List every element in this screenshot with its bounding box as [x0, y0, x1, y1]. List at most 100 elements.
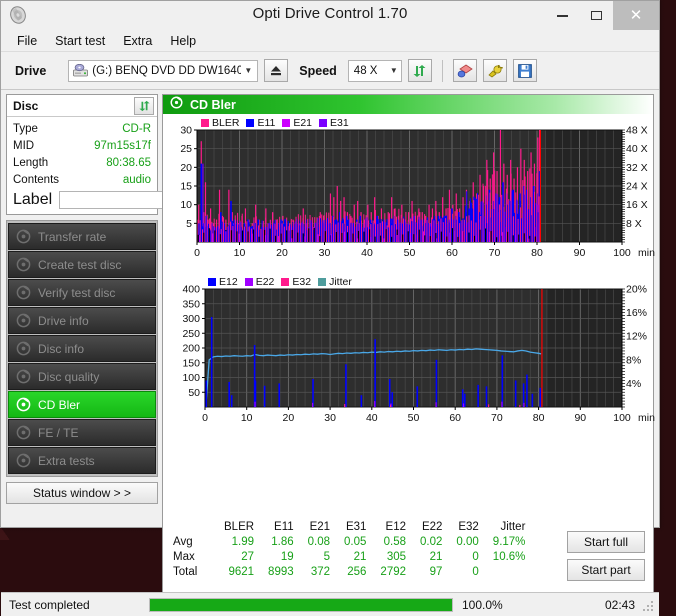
svg-text:16 X: 16 X: [626, 199, 648, 211]
stats-cell: 0: [449, 549, 485, 564]
svg-text:60: 60: [449, 412, 461, 424]
stats-col-e12: E12: [373, 521, 413, 534]
stats-cell: 0: [449, 564, 485, 579]
nav-item-disc-info[interactable]: Disc info: [8, 335, 156, 362]
stats-cell: 0.02: [413, 534, 449, 549]
disc-row-type: Type CD-R: [7, 120, 157, 137]
stats-cell: [486, 564, 533, 579]
nav-list: Transfer rate Create test disc Verify te…: [6, 220, 158, 477]
disc-row-mid: MID 97m15s17f: [7, 137, 157, 154]
start-part-button[interactable]: Start part: [567, 559, 645, 581]
svg-text:300: 300: [182, 313, 200, 325]
svg-text:60: 60: [446, 247, 458, 259]
nav-item-disc-quality[interactable]: Disc quality: [8, 363, 156, 390]
disc-icon: [16, 257, 31, 272]
stats-cell: 9621: [217, 564, 261, 579]
svg-text:10: 10: [241, 412, 253, 424]
stats-cell: 372: [301, 564, 337, 579]
stats-col-bler: BLER: [217, 521, 261, 534]
stats-cell: 1.99: [217, 534, 261, 549]
close-icon[interactable]: ✕: [613, 1, 659, 30]
start-full-button[interactable]: Start full: [567, 531, 645, 553]
svg-text:80: 80: [533, 412, 545, 424]
title-bar: Opti Drive Control 1.70 ✕: [1, 1, 659, 30]
left-sidebar: Disc Type CD-R MID 97m1: [6, 94, 158, 504]
svg-text:50: 50: [404, 247, 416, 259]
disc-key-length: Length: [13, 157, 48, 169]
menu-start-test[interactable]: Start test: [47, 32, 113, 50]
svg-text:30: 30: [319, 247, 331, 259]
disc-icon: [16, 453, 31, 468]
resize-grip[interactable]: [643, 601, 654, 612]
disc-icon: [170, 96, 183, 114]
stats-cell: 0.08: [301, 534, 337, 549]
svg-text:250: 250: [182, 328, 200, 340]
speed-value: 48 X: [354, 65, 387, 77]
disc-value-type: CD-R: [122, 123, 151, 135]
svg-text:min: min: [638, 247, 655, 259]
drive-select[interactable]: (G:) BENQ DVD DD DW1640 BSRB ▼: [68, 60, 258, 82]
disc-value-length: 80:38.65: [106, 157, 151, 169]
maximize-icon[interactable]: [579, 1, 613, 30]
menu-help[interactable]: Help: [162, 32, 204, 50]
nav-label: Transfer rate: [38, 230, 106, 244]
disc-key-label: Label: [13, 191, 52, 209]
svg-text:10: 10: [234, 247, 246, 259]
svg-text:350: 350: [182, 298, 200, 310]
stats-cell: 21: [413, 549, 449, 564]
chevron-down-icon[interactable]: ▼: [241, 66, 255, 75]
menu-file[interactable]: File: [9, 32, 45, 50]
status-window-button[interactable]: Status window > >: [6, 482, 158, 504]
disc-rows: Type CD-R MID 97m15s17f Length 80:38.65 …: [7, 117, 157, 214]
disc-panel-header: Disc: [7, 95, 157, 117]
nav-label: CD Bler: [38, 398, 80, 412]
svg-text:20: 20: [180, 162, 192, 174]
nav-item-cd-bler[interactable]: CD Bler: [8, 391, 156, 418]
floppy-save-icon[interactable]: [513, 59, 537, 82]
plug-icon[interactable]: [483, 59, 507, 82]
svg-text:70: 70: [491, 412, 503, 424]
menu-bar: File Start test Extra Help: [1, 30, 659, 52]
chevron-down-icon[interactable]: ▼: [387, 66, 401, 75]
stats-row-avg: Avg 1.99 1.86 0.08 0.05 0.58 0.02 0.00 9…: [171, 534, 532, 549]
stats-cell: 0.58: [373, 534, 413, 549]
stats-table-inner: BLER E11 E21 E31 E12 E22 E32 Jitter Avg: [171, 521, 532, 579]
progress-percent: 100.0%: [453, 598, 529, 612]
nav-label: Disc quality: [38, 370, 99, 384]
stats-col-e31: E31: [337, 521, 373, 534]
svg-text:40: 40: [361, 247, 373, 259]
menu-extra[interactable]: Extra: [115, 32, 160, 50]
nav-item-create-test-disc[interactable]: Create test disc: [8, 251, 156, 278]
stats-header-row: BLER E11 E21 E31 E12 E22 E32 Jitter: [171, 521, 532, 534]
erase-disc-icon[interactable]: [453, 59, 477, 82]
disc-icon: [16, 425, 31, 440]
nav-item-fe-te[interactable]: FE / TE: [8, 419, 156, 446]
disc-icon: [16, 313, 31, 328]
nav-label: Extra tests: [38, 454, 95, 468]
svg-text:16%: 16%: [626, 307, 647, 319]
svg-text:5: 5: [186, 218, 192, 230]
svg-text:25: 25: [180, 143, 192, 155]
eject-icon[interactable]: [264, 59, 288, 82]
stats-cell: 1.86: [261, 534, 301, 549]
stats-cell: 97: [413, 564, 449, 579]
speed-label: Speed: [294, 64, 342, 78]
minimize-icon[interactable]: [545, 1, 579, 30]
drive-label: Drive: [7, 64, 62, 78]
nav-item-transfer-rate[interactable]: Transfer rate: [8, 223, 156, 250]
nav-item-verify-test-disc[interactable]: Verify test disc: [8, 279, 156, 306]
disc-icon: [16, 229, 31, 244]
svg-text:12%: 12%: [626, 331, 647, 343]
stats-col-e11: E11: [261, 521, 301, 534]
disc-row-length: Length 80:38.65: [7, 154, 157, 171]
content-panel: CD Bler BLERE11E21E31 510152025300102030…: [162, 94, 654, 616]
stats-cell: 21: [337, 549, 373, 564]
disc-info-panel: Disc Type CD-R MID 97m1: [6, 94, 158, 215]
refresh-arrows-icon[interactable]: [408, 59, 432, 82]
speed-select[interactable]: 48 X ▼: [348, 60, 402, 82]
svg-text:24 X: 24 X: [626, 181, 648, 193]
nav-item-drive-info[interactable]: Drive info: [8, 307, 156, 334]
nav-item-extra-tests[interactable]: Extra tests: [8, 447, 156, 474]
disc-refresh-button[interactable]: [134, 97, 154, 115]
svg-text:20%: 20%: [626, 284, 647, 296]
